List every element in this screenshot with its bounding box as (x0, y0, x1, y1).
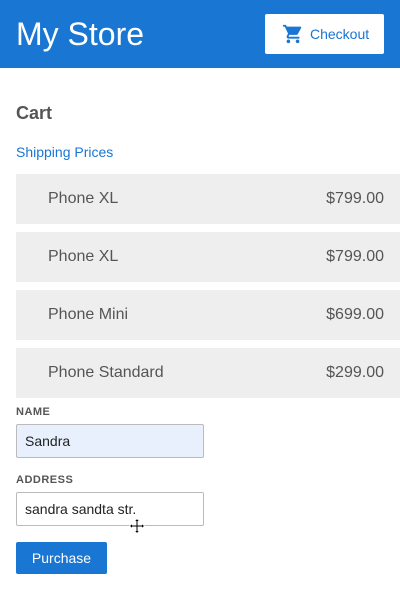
name-field-label: NAME (16, 406, 51, 418)
address-field-label: ADDRESS (16, 474, 74, 486)
shopping-cart-icon (282, 23, 304, 45)
checkout-button[interactable]: Checkout (265, 14, 384, 54)
cart-item-name: Phone Standard (48, 364, 164, 381)
name-input[interactable] (16, 424, 204, 458)
cart-item-price: $699.00 (326, 306, 384, 323)
purchase-button[interactable]: Purchase (16, 542, 107, 574)
cart-item-price: $799.00 (326, 190, 384, 207)
cart-item: Phone Mini $699.00 (16, 290, 400, 340)
address-input[interactable] (16, 492, 204, 526)
cart-item-price: $299.00 (326, 364, 384, 381)
checkout-button-label: Checkout (310, 26, 370, 42)
page-title: Cart (16, 103, 53, 123)
top-bar: My Store Checkout (0, 0, 400, 68)
cart-item-name: Phone XL (48, 248, 119, 265)
shipping-prices-link[interactable]: Shipping Prices (16, 144, 113, 160)
cart-item: Phone Standard $299.00 (16, 348, 400, 398)
cart-item: Phone XL $799.00 (16, 232, 400, 282)
cart-item-price: $799.00 (326, 248, 384, 265)
store-brand-link[interactable]: My Store (16, 14, 144, 54)
cart-item: Phone XL $799.00 (16, 174, 400, 224)
cart-item-list: Phone XL $799.00 Phone XL $799.00 Phone … (16, 174, 400, 406)
cart-item-name: Phone XL (48, 190, 119, 207)
cart-item-name: Phone Mini (48, 306, 129, 323)
move-cursor-icon (128, 517, 146, 535)
